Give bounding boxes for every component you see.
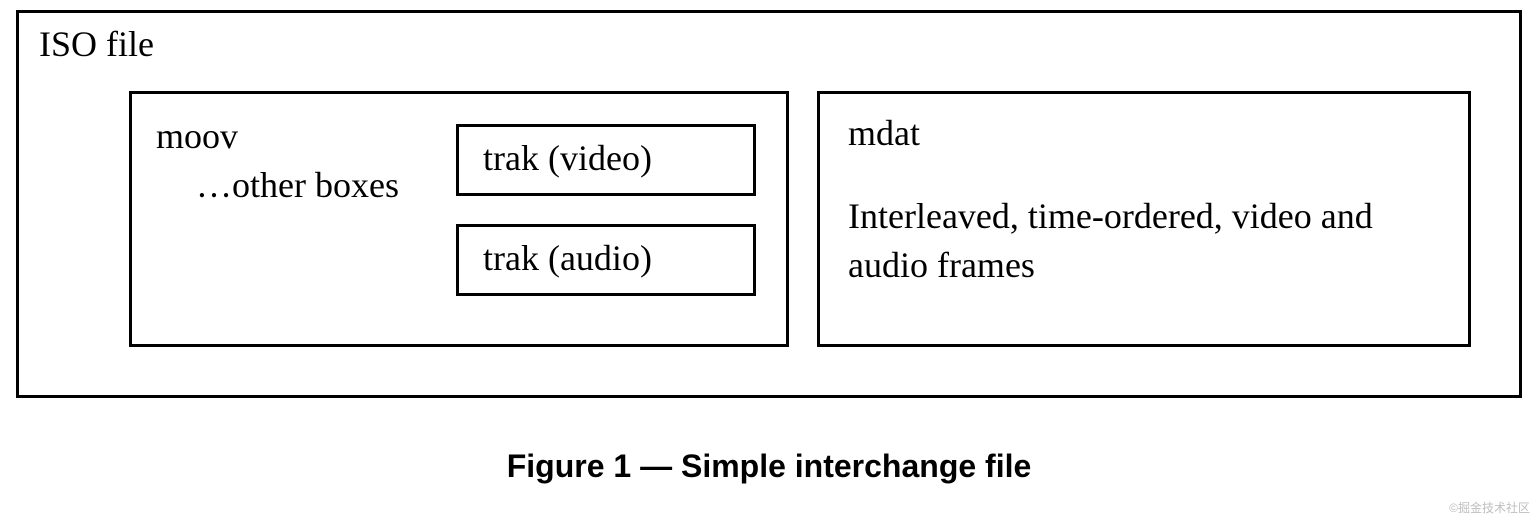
- trak-audio-box: trak (audio): [456, 224, 756, 296]
- moov-box: moov …other boxes trak (video) trak (aud…: [129, 91, 789, 347]
- iso-file-box: ISO file moov …other boxes trak (video) …: [16, 10, 1522, 398]
- moov-title: moov: [156, 116, 238, 156]
- mdat-description: Interleaved, time-ordered, video and aud…: [848, 192, 1440, 289]
- trak-stack: trak (video) trak (audio): [456, 124, 756, 324]
- watermark: ©掘金技术社区: [1449, 499, 1530, 516]
- trak-video-box: trak (video): [456, 124, 756, 196]
- mdat-box: mdat Interleaved, time-ordered, video an…: [817, 91, 1471, 347]
- mdat-title: mdat: [848, 112, 1440, 154]
- iso-file-label: ISO file: [39, 23, 1499, 65]
- figure-caption: Figure 1 — Simple interchange file: [0, 448, 1538, 485]
- inner-row: moov …other boxes trak (video) trak (aud…: [129, 91, 1471, 347]
